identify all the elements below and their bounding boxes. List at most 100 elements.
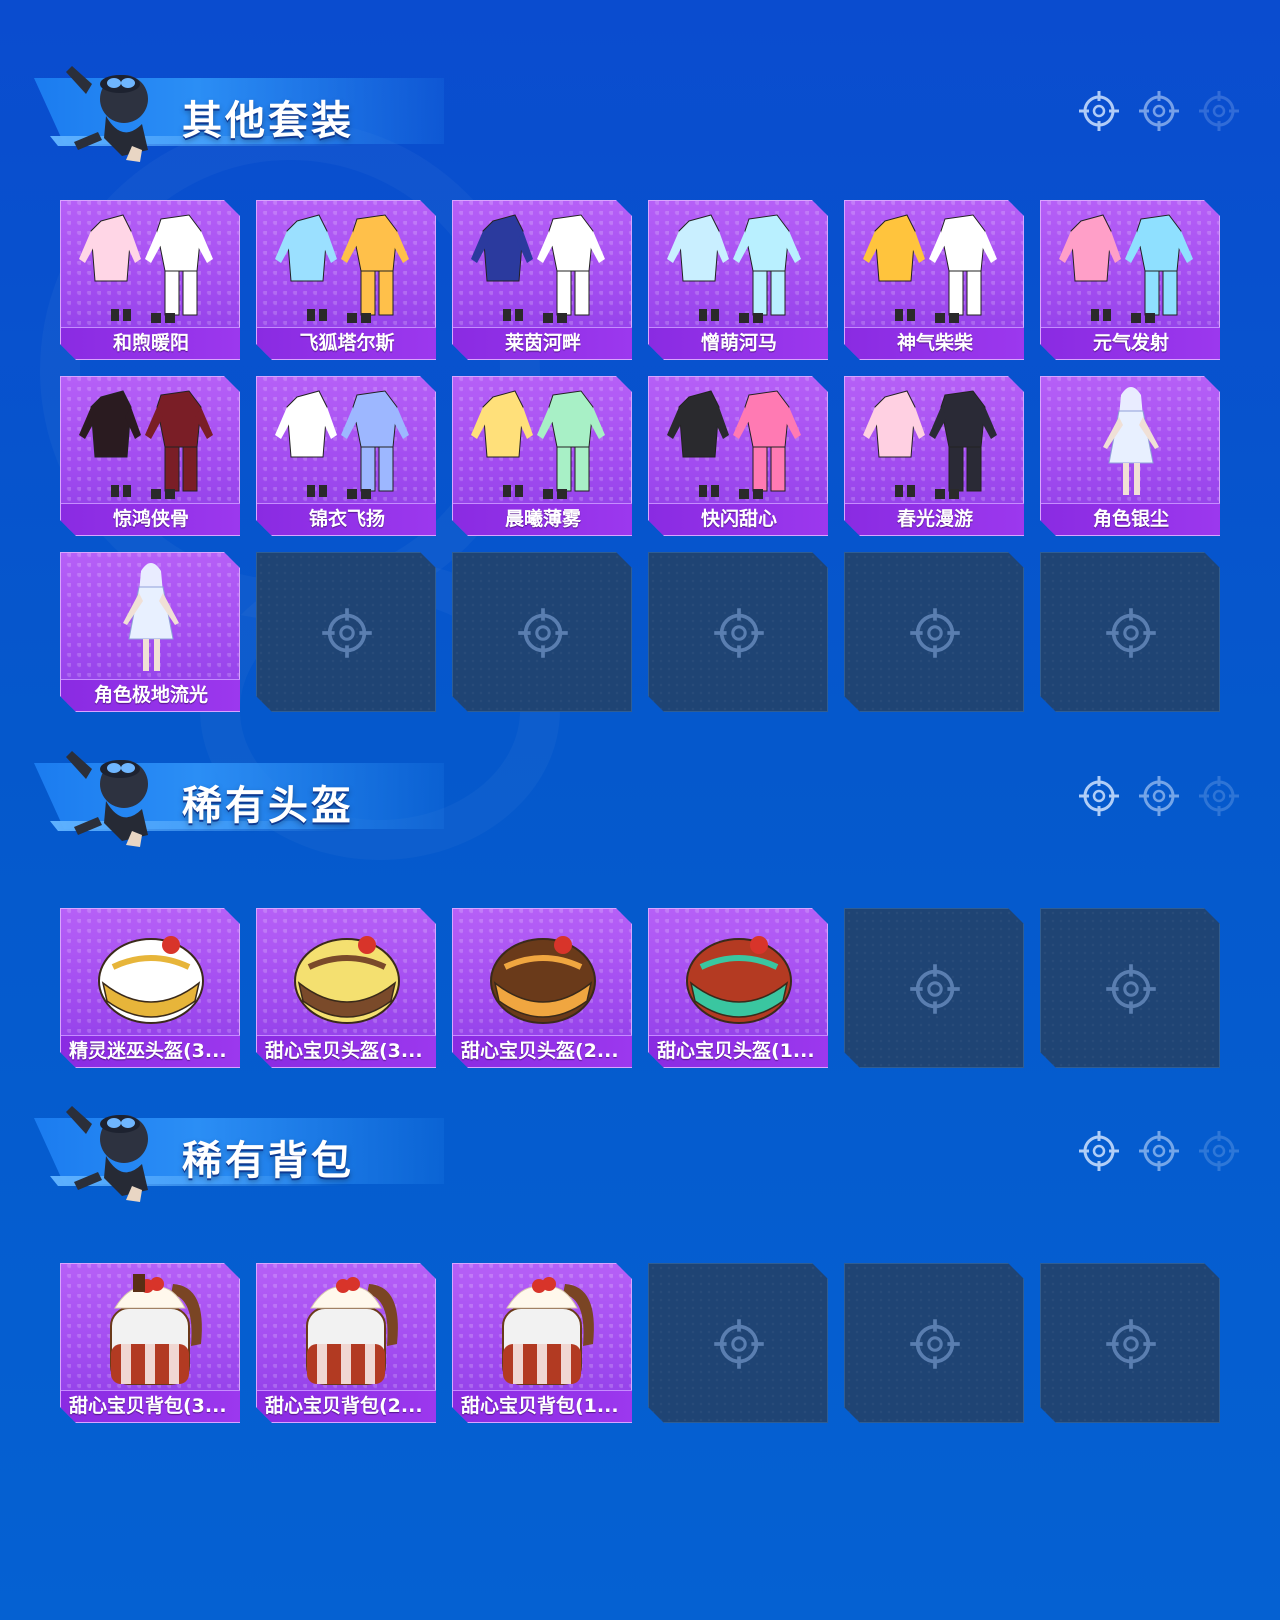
crosshair-icon: [714, 608, 764, 658]
item-label: 晨曦薄雾: [453, 503, 632, 535]
empty-slot: [844, 552, 1024, 712]
item-card[interactable]: 角色极地流光: [60, 552, 240, 712]
item-label: 甜心宝贝头盔(2...: [453, 1035, 632, 1067]
section-backpacks: 稀有背包 甜心宝贝背包(3... 甜心宝贝背包(2... 甜心宝贝背包(1...: [0, 1090, 1280, 1423]
item-card[interactable]: 甜心宝贝背包(3...: [60, 1263, 240, 1423]
section-outfits: 其他套装 和煦暖阳 飞狐塔尔斯 莱茵河畔 憎萌河马 神气柴柴 元气发射惊鸿侠骨 锦衣飞扬 晨曦…: [0, 50, 1280, 712]
item-label: 甜心宝贝背包(1...: [453, 1390, 632, 1422]
item-card[interactable]: 和煦暖阳: [60, 200, 240, 360]
item-label: 甜心宝贝头盔(3...: [257, 1035, 436, 1067]
backpack-icon: [306, 1277, 398, 1385]
crosshair-icon: [518, 608, 568, 658]
target-icons: [1078, 1130, 1240, 1172]
item-grid: 和煦暖阳 飞狐塔尔斯 莱茵河畔 憎萌河马 神气柴柴 元气发射惊鸿侠骨 锦衣飞扬 晨曦薄雾 快闪甜…: [60, 200, 1220, 712]
empty-slot: [648, 1263, 828, 1423]
outfit-icon: [471, 390, 605, 499]
section-header: 稀有头盔: [0, 735, 1280, 855]
crosshair-icon: [1079, 91, 1119, 131]
crosshair-icon: [1079, 1131, 1119, 1171]
empty-slot: [256, 552, 436, 712]
outfit-icon: [863, 214, 997, 323]
section-title: 稀有头盔: [182, 783, 354, 829]
item-grid: 甜心宝贝背包(3... 甜心宝贝背包(2... 甜心宝贝背包(1...: [60, 1263, 1220, 1423]
mascot-icon: [66, 66, 148, 162]
backpack-icon: [502, 1277, 594, 1385]
item-label: 春光漫游: [845, 503, 1024, 535]
item-card[interactable]: 春光漫游: [844, 376, 1024, 536]
item-label: 憎萌河马: [649, 327, 828, 359]
crosshair-icon: [910, 964, 960, 1014]
empty-slot: [1040, 1263, 1220, 1423]
item-label: 角色银尘: [1041, 503, 1220, 535]
crosshair-icon: [1106, 964, 1156, 1014]
crosshair-icon: [1199, 776, 1239, 816]
item-card[interactable]: 甜心宝贝背包(2...: [256, 1263, 436, 1423]
mascot-icon: [66, 1106, 148, 1202]
item-card[interactable]: 甜心宝贝头盔(3...: [256, 908, 436, 1068]
crosshair-icon: [714, 1319, 764, 1369]
item-card[interactable]: 莱茵河畔: [452, 200, 632, 360]
item-label: 神气柴柴: [845, 327, 1024, 359]
backpack-icon: [110, 1274, 202, 1385]
item-label: 莱茵河畔: [453, 327, 632, 359]
helmet-icon: [490, 936, 596, 1024]
item-card[interactable]: 飞狐塔尔斯: [256, 200, 436, 360]
section-helmets: 稀有头盔 精灵迷巫头盔(3... 甜心宝贝头盔(3... 甜心宝贝头盔(2... 甜心…: [0, 735, 1280, 1068]
crosshair-icon: [1139, 91, 1179, 131]
outfit-icon: [863, 390, 997, 499]
empty-slot: [1040, 552, 1220, 712]
empty-slot: [452, 552, 632, 712]
item-card[interactable]: 甜心宝贝头盔(2...: [452, 908, 632, 1068]
item-card[interactable]: 甜心宝贝头盔(1...: [648, 908, 828, 1068]
item-label: 甜心宝贝背包(3...: [61, 1390, 240, 1422]
item-label: 快闪甜心: [649, 503, 828, 535]
crosshair-icon: [1199, 91, 1239, 131]
outfit-icon: [1059, 214, 1193, 323]
target-icons: [1078, 775, 1240, 817]
item-card[interactable]: 神气柴柴: [844, 200, 1024, 360]
item-card[interactable]: 元气发射: [1040, 200, 1220, 360]
item-card[interactable]: 精灵迷巫头盔(3...: [60, 908, 240, 1068]
helmet-icon: [294, 936, 400, 1024]
crosshair-icon: [1106, 1319, 1156, 1369]
item-card[interactable]: 晨曦薄雾: [452, 376, 632, 536]
helmet-icon: [98, 936, 204, 1024]
target-icons: [1078, 90, 1240, 132]
item-card[interactable]: 快闪甜心: [648, 376, 828, 536]
empty-slot: [648, 552, 828, 712]
item-card[interactable]: 角色银尘: [1040, 376, 1220, 536]
item-label: 甜心宝贝头盔(1...: [649, 1035, 828, 1067]
item-card[interactable]: 惊鸿侠骨: [60, 376, 240, 536]
crosshair-icon: [1079, 776, 1119, 816]
crosshair-icon: [1139, 776, 1179, 816]
item-label: 和煦暖阳: [61, 327, 240, 359]
outfit-icon: [79, 214, 213, 323]
crosshair-icon: [910, 1319, 960, 1369]
item-grid: 精灵迷巫头盔(3... 甜心宝贝头盔(3... 甜心宝贝头盔(2... 甜心宝贝头盔(…: [60, 908, 1220, 1068]
crosshair-icon: [910, 608, 960, 658]
item-card[interactable]: 甜心宝贝背包(1...: [452, 1263, 632, 1423]
outfit-icon: [79, 390, 213, 499]
item-card[interactable]: 锦衣飞扬: [256, 376, 436, 536]
item-label: 飞狐塔尔斯: [257, 327, 436, 359]
item-label: 锦衣飞扬: [257, 503, 436, 535]
crosshair-icon: [1139, 1131, 1179, 1171]
helmet-icon: [686, 936, 792, 1024]
page: 其他套装 和煦暖阳 飞狐塔尔斯 莱茵河畔 憎萌河马 神气柴柴 元气发射惊鸿侠骨 锦衣飞扬 晨曦…: [0, 0, 1280, 1620]
character-icon: [123, 563, 179, 671]
outfit-icon: [471, 214, 605, 323]
empty-slot: [844, 1263, 1024, 1423]
item-label: 角色极地流光: [61, 679, 240, 711]
outfit-icon: [275, 214, 409, 323]
crosshair-icon: [1199, 1131, 1239, 1171]
character-icon: [1103, 387, 1159, 495]
item-label: 惊鸿侠骨: [61, 503, 240, 535]
item-card[interactable]: 憎萌河马: [648, 200, 828, 360]
section-title: 稀有背包: [182, 1138, 354, 1184]
crosshair-icon: [1106, 608, 1156, 658]
mascot-icon: [66, 751, 148, 847]
item-label: 甜心宝贝背包(2...: [257, 1390, 436, 1422]
empty-slot: [844, 908, 1024, 1068]
section-title: 其他套装: [182, 98, 354, 144]
crosshair-icon: [322, 608, 372, 658]
